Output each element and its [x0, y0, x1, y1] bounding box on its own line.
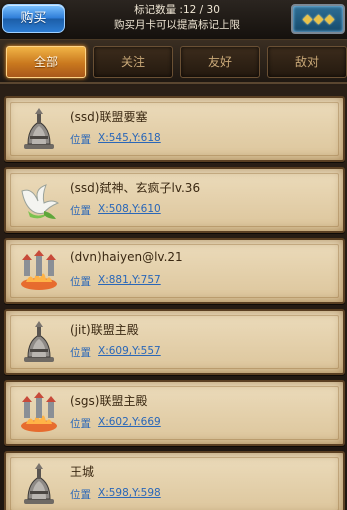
- top-bar: 购买 标记数量 :12 / 30 购买月卡可以提高标记上限: [0, 0, 347, 40]
- list-item[interactable]: 王城 位置 X:598,Y:598: [4, 451, 345, 510]
- tab-hostile[interactable]: 敌对: [267, 46, 347, 78]
- position-link[interactable]: X:602,Y:669: [98, 416, 161, 428]
- mark-limit-hint: 购买月卡可以提高标记上限: [114, 19, 240, 31]
- position-link[interactable]: X:881,Y:757: [98, 274, 161, 286]
- position-label: 位置: [70, 347, 91, 359]
- more-button[interactable]: [291, 4, 345, 34]
- position-link[interactable]: X:508,Y:610: [98, 203, 161, 215]
- mark-info: 标记数量 :12 / 30 购买月卡可以提高标记上限: [72, 3, 282, 33]
- tab-all[interactable]: 全部: [6, 46, 86, 78]
- tab-follow[interactable]: 关注: [93, 46, 173, 78]
- buy-button[interactable]: 购买: [2, 4, 65, 33]
- mark-count: 标记数量 :12 / 30: [134, 4, 220, 16]
- position-link[interactable]: X:609,Y:557: [98, 345, 161, 357]
- burning-camp-icon: [14, 388, 64, 438]
- position-link[interactable]: X:545,Y:618: [98, 132, 161, 144]
- position-label: 位置: [70, 489, 91, 501]
- position-link[interactable]: X:598,Y:598: [98, 487, 161, 499]
- list-item[interactable]: (ssd)联盟要塞 位置 X:545,Y:618: [4, 96, 345, 162]
- item-name: (sgs)联盟主殿: [70, 394, 148, 408]
- more-icon: [302, 14, 312, 24]
- bell-tower-icon: [14, 459, 64, 509]
- item-name: (dvn)haiyen@lv.21: [70, 250, 183, 264]
- item-name: (ssd)弑神、玄疯子lv.36: [70, 181, 201, 195]
- bell-tower-icon: [14, 317, 64, 367]
- list-item[interactable]: (ssd)弑神、玄疯子lv.36 位置 X:508,Y:610: [4, 167, 345, 233]
- marker-list[interactable]: (ssd)联盟要塞 位置 X:545,Y:618 (ssd)弑神、玄疯子lv.3…: [0, 86, 347, 510]
- list-item[interactable]: (sgs)联盟主殿 位置 X:602,Y:669: [4, 380, 345, 446]
- list-item[interactable]: (dvn)haiyen@lv.21 位置 X:881,Y:757: [4, 238, 345, 304]
- item-name: (ssd)联盟要塞: [70, 110, 148, 124]
- position-label: 位置: [70, 418, 91, 430]
- item-name: (jit)联盟主殿: [70, 323, 139, 337]
- burning-camp-icon: [14, 246, 64, 296]
- bell-tower-icon: [14, 104, 64, 154]
- position-label: 位置: [70, 205, 91, 217]
- list-item[interactable]: (jit)联盟主殿 位置 X:609,Y:557: [4, 309, 345, 375]
- tab-friendly[interactable]: 友好: [180, 46, 260, 78]
- white-bird-icon: [14, 175, 64, 225]
- filter-tabs: 全部 关注 友好 敌对: [0, 40, 347, 84]
- position-label: 位置: [70, 134, 91, 146]
- marker-list-window: 购买 标记数量 :12 / 30 购买月卡可以提高标记上限 全部 关注 友好 敌…: [0, 0, 347, 510]
- more-icon: [313, 14, 323, 24]
- item-name: 王城: [70, 465, 95, 479]
- position-label: 位置: [70, 276, 91, 288]
- more-icon: [324, 14, 334, 24]
